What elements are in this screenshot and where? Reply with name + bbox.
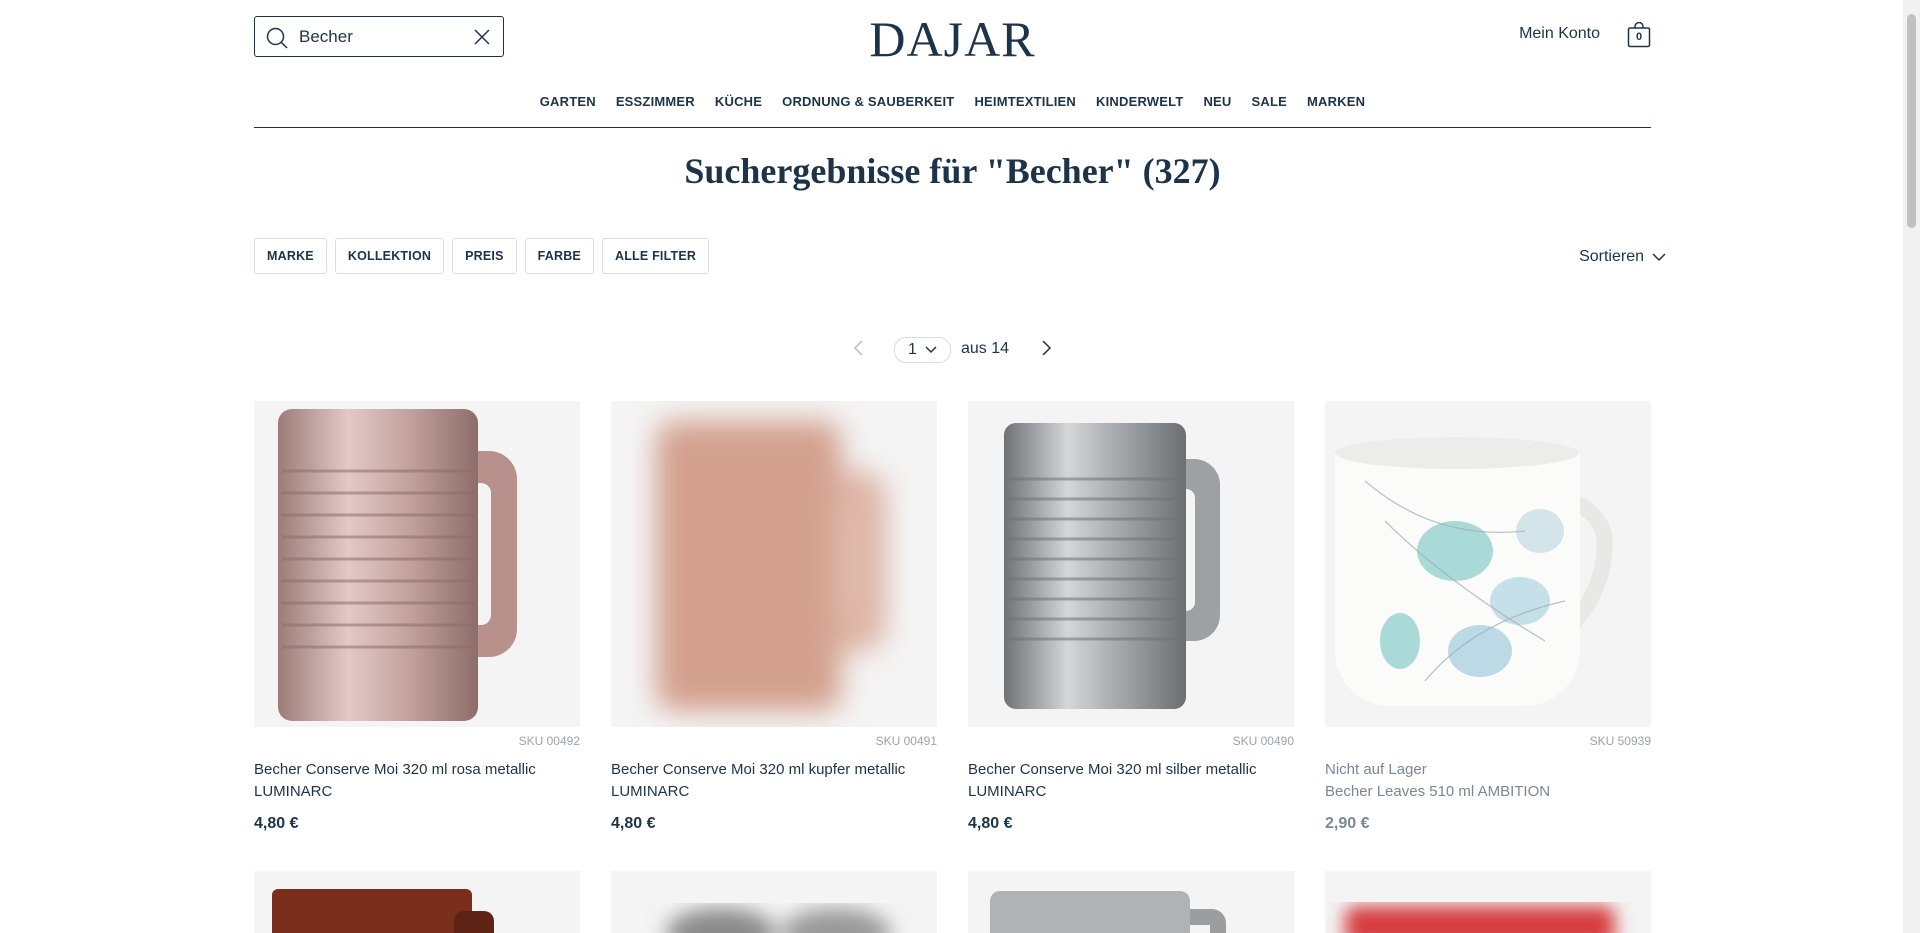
page-total: aus 14 — [961, 340, 1010, 357]
product-image[interactable] — [254, 401, 580, 727]
nav-item-esszimmer[interactable]: ESSZIMMER — [616, 94, 695, 109]
product-image[interactable] — [1325, 401, 1651, 727]
filter-brand-button[interactable]: MARKE — [254, 238, 327, 274]
mug-image-kupfer — [656, 421, 886, 711]
scrollbar-thumb[interactable] — [1907, 14, 1916, 228]
product-price: 4,80 € — [968, 815, 1013, 832]
search-icon[interactable] — [265, 26, 289, 50]
mug-image-silber — [1004, 423, 1220, 709]
page-current: 1 — [908, 341, 917, 358]
cart-count: 0 — [1635, 31, 1643, 43]
chevron-down-icon — [1652, 253, 1666, 262]
mug-image-blurred — [666, 908, 891, 933]
mug-image-grey — [990, 891, 1226, 933]
all-filters-button[interactable]: ALLE FILTER — [601, 238, 710, 274]
chevron-left-icon[interactable] — [850, 339, 868, 357]
mug-image-rosa — [278, 409, 517, 721]
filter-price-button[interactable]: PREIS — [452, 238, 517, 274]
close-icon[interactable] — [473, 28, 491, 46]
stock-status: Nicht auf Lager — [1325, 761, 1427, 778]
product-sku: SKU 50939 — [1589, 734, 1651, 748]
product-image[interactable] — [968, 401, 1294, 727]
product-card[interactable]: SKU 00492 Becher Conserve Moi 320 ml ros… — [254, 401, 580, 833]
logo[interactable]: DAJAR — [869, 11, 1035, 67]
nav-item-ordnung[interactable]: ORDNUNG & SAUBERKEIT — [782, 94, 954, 109]
product-card[interactable]: SKU 00491 Becher Conserve Moi 320 ml kup… — [611, 401, 937, 833]
site-header: DAJAR Mein Konto 0 — [254, 0, 1651, 72]
mug-image-red — [1345, 906, 1615, 933]
filter-bar: MARKE KOLLEKTION PREIS FARBE ALLE FILTER — [254, 238, 1651, 274]
product-price: 4,80 € — [254, 815, 299, 832]
nav-item-marken[interactable]: MARKEN — [1307, 94, 1365, 109]
product-card[interactable]: SKU 50939 Nicht auf Lager Becher Leaves … — [1325, 401, 1651, 833]
nav-item-neu[interactable]: NEU — [1203, 94, 1231, 109]
product-name[interactable]: Becher Conserve Moi 320 ml rosa metallic… — [254, 759, 580, 803]
product-name[interactable]: Becher Conserve Moi 320 ml silber metall… — [968, 759, 1294, 803]
page-title: Suchergebnisse für "Becher" (327) — [684, 151, 1221, 191]
product-image[interactable] — [968, 871, 1294, 933]
nav-item-kinderwelt[interactable]: KINDERWELT — [1096, 94, 1183, 109]
product-price: 4,80 € — [611, 815, 656, 832]
filter-color-button[interactable]: FARBE — [524, 238, 594, 274]
product-name[interactable]: Becher Conserve Moi 320 ml kupfer metall… — [611, 759, 937, 803]
product-image[interactable] — [254, 871, 580, 933]
main-nav: GARTEN ESSZIMMER KÜCHE ORDNUNG & SAUBERK… — [254, 90, 1651, 128]
product-sku: SKU 00491 — [875, 734, 937, 748]
nav-item-sale[interactable]: SALE — [1252, 94, 1287, 109]
chevron-right-icon[interactable] — [1037, 339, 1055, 357]
page-scrollbar[interactable] — [1903, 0, 1920, 933]
product-price: 2,90 € — [1325, 815, 1370, 832]
sort-label: Sortieren — [1579, 248, 1644, 265]
filter-collection-button[interactable]: KOLLEKTION — [334, 238, 445, 274]
nav-item-heimtextilien[interactable]: HEIMTEXTILIEN — [974, 94, 1076, 109]
mug-image-leaves — [1335, 437, 1614, 706]
nav-item-kueche[interactable]: KÜCHE — [715, 94, 762, 109]
product-image[interactable] — [611, 871, 937, 933]
page-select[interactable]: 1 — [894, 337, 951, 363]
cart-button[interactable]: 0 — [1627, 22, 1651, 48]
chevron-down-icon — [925, 346, 937, 354]
product-sku: SKU 00490 — [1232, 734, 1294, 748]
search-input[interactable] — [299, 23, 459, 50]
product-image[interactable] — [611, 401, 937, 727]
product-sku: SKU 00492 — [518, 734, 580, 748]
product-name[interactable]: Becher Leaves 510 ml AMBITION — [1325, 781, 1651, 803]
product-image[interactable] — [1325, 871, 1651, 933]
search-box[interactable] — [254, 16, 504, 57]
mug-image-brown — [272, 889, 494, 933]
sort-dropdown[interactable]: Sortieren — [1536, 248, 1666, 266]
product-card[interactable]: SKU 00490 Becher Conserve Moi 320 ml sil… — [968, 401, 1294, 833]
pagination: 1 aus 14 — [850, 335, 1070, 363]
account-link[interactable]: Mein Konto — [1519, 25, 1600, 43]
nav-item-garten[interactable]: GARTEN — [540, 94, 596, 109]
